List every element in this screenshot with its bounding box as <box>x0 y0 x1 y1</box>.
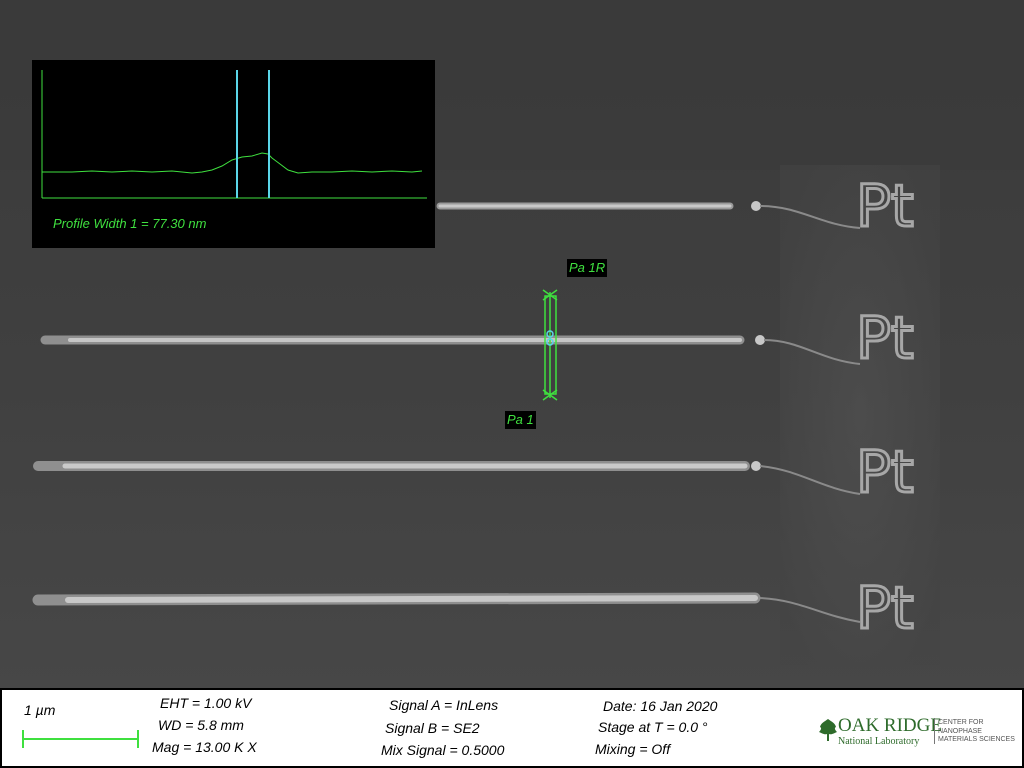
wd-value: WD = 5.8 mm <box>158 717 244 733</box>
nanowire-4 <box>32 592 861 623</box>
profile-width-readout: Profile Width 1 = 77.30 nm <box>53 216 207 231</box>
sem-databar: 1 µm EHT = 1.00 kV WD = 5.8 mm Mag = 13.… <box>0 688 1024 768</box>
scale-bar <box>22 730 139 748</box>
pt-label-1: Pt <box>856 172 914 240</box>
oak-ridge-logo: OAK RIDGE National Laboratory CENTER FOR… <box>818 716 1022 750</box>
logo-subtitle: National Laboratory <box>838 736 920 747</box>
nanowire-3 <box>33 461 861 495</box>
oak-leaf-icon <box>819 719 837 741</box>
logo-divider <box>934 718 935 744</box>
marker-start-tag: Pa 1 <box>505 411 536 429</box>
profile-trace <box>42 152 423 174</box>
marker-end-tag: Pa 1R <box>567 259 608 277</box>
stage-tilt-value: Stage at T = 0.0 ° <box>598 719 708 735</box>
profile-measurement-marker[interactable] <box>542 289 558 401</box>
logo-name: OAK RIDGE <box>838 715 942 736</box>
mixing-value: Mixing = Off <box>595 741 671 757</box>
signal-b-value: Signal B = SE2 <box>385 720 480 736</box>
pt-label-3: Pt <box>856 438 914 506</box>
pt-label-4: Pt <box>856 574 914 642</box>
pt-label-2: Pt <box>856 304 914 372</box>
line-profile-inset: Profile Width 1 = 77.30 nm <box>32 60 435 248</box>
mix-signal-value: Mix Signal = 0.5000 <box>381 742 505 758</box>
sem-micrograph: Pt Pt Pt Pt Pa 1R Pa 1 Profile Width 1 =… <box>0 0 1024 688</box>
date-value: Date: 16 Jan 2020 <box>603 698 718 714</box>
signal-a-value: Signal A = InLens <box>389 697 499 713</box>
scale-bar-label: 1 µm <box>24 702 56 718</box>
mag-value: Mag = 13.00 K X <box>152 739 257 755</box>
logo-center-name: CENTER FOR NANOPHASE MATERIALS SCIENCES <box>938 719 1015 743</box>
eht-value: EHT = 1.00 kV <box>160 695 252 711</box>
nanowire-2 <box>40 335 861 365</box>
